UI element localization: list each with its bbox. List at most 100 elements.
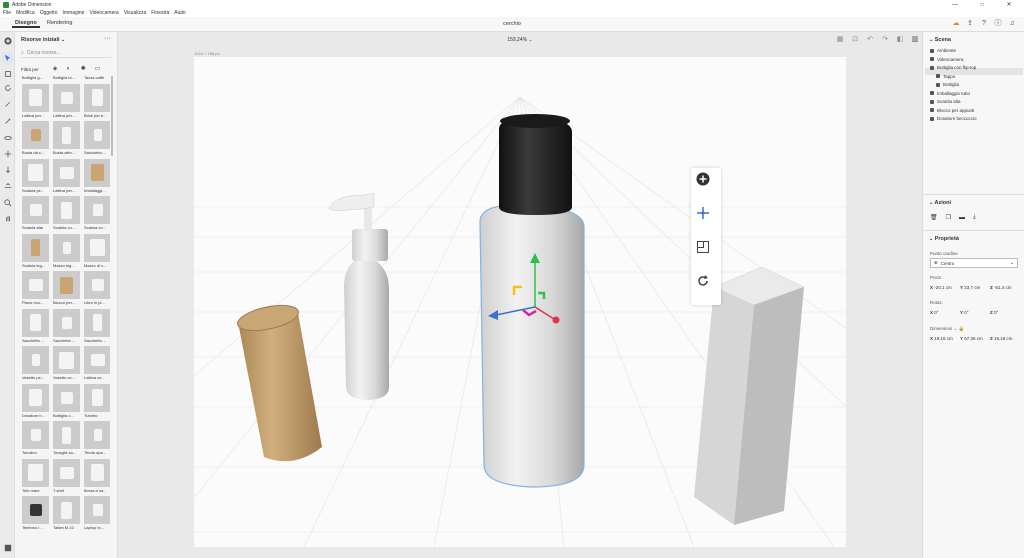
actions-title[interactable]: ⌄ Azioni — [929, 200, 951, 206]
menu-file[interactable]: File — [3, 10, 11, 16]
scale-tool-icon[interactable] — [696, 240, 716, 260]
close-button[interactable]: ✕ — [999, 0, 1019, 9]
position-fields[interactable]: X -20,1 cm Y 33,7 cm Z -51,4 cm — [930, 285, 1020, 290]
menu-camera[interactable]: Videocamera — [89, 10, 118, 16]
asset-item[interactable]: Dosatore b... — [22, 383, 50, 418]
group-icon[interactable]: ▬ — [959, 215, 965, 221]
asset-item[interactable]: Lattina co... — [84, 346, 110, 380]
minimize-button[interactable]: — — [945, 0, 965, 9]
undo-icon[interactable]: ↶ — [866, 36, 874, 44]
duplicate-icon[interactable]: ❐ — [946, 214, 951, 221]
asset-item[interactable]: Mazzo di c... — [84, 233, 110, 268]
search-input[interactable]: ⌕ Cerca risorse... — [21, 49, 111, 58]
asset-item[interactable]: Tazza caffè — [84, 76, 110, 80]
cloud-icon[interactable]: ☁ — [952, 20, 960, 28]
asset-item[interactable]: Piano ricu... — [22, 271, 50, 305]
asset-item[interactable]: Imballaggi... — [84, 158, 110, 193]
lock-icon[interactable]: 🔒 — [959, 326, 965, 331]
asset-item[interactable]: Scatola co... — [84, 196, 110, 230]
asset-item[interactable]: Scatola cu... — [53, 196, 81, 230]
asset-item[interactable]: Vasetto pe... — [22, 346, 50, 380]
asset-item[interactable]: Sacchetto ... — [22, 308, 50, 343]
redo-icon[interactable]: ↷ — [881, 36, 889, 44]
share-icon[interactable]: ⇪ — [966, 20, 974, 28]
add-icon[interactable] — [2, 35, 13, 46]
scene-item[interactable]: Imballaggio tubo — [930, 91, 970, 96]
scene-item[interactable]: Scatola alta — [930, 99, 961, 104]
asset-item[interactable]: Brick per b... — [84, 83, 110, 118]
asset-item[interactable]: Tovaglie su... — [53, 421, 81, 455]
asset-item[interactable]: Bottiglia to... — [53, 76, 81, 80]
more-options-icon[interactable]: ··· — [104, 35, 111, 42]
scene-item[interactable]: Blocco per appunti — [930, 108, 974, 113]
frame-icon[interactable]: ⊡ — [851, 36, 859, 44]
eyedropper-icon[interactable] — [2, 115, 13, 126]
model-filter-icon[interactable]: ◈ — [53, 66, 59, 72]
panel-toggle-icon[interactable] — [2, 542, 13, 553]
light-filter-icon[interactable]: ✺ — [81, 66, 87, 72]
asset-item[interactable]: Lattina per... — [53, 158, 81, 193]
asset-item[interactable]: Busta alim... — [53, 121, 81, 155]
dimension-fields[interactable]: X 19,16 cm Y 67,36 cm Z 19,16 cm — [930, 336, 1020, 341]
image-filter-icon[interactable]: ▭ — [95, 66, 101, 72]
asset-item[interactable]: Telo mare — [22, 458, 50, 493]
scene-item[interactable]: Tappo — [936, 74, 955, 79]
asset-item[interactable]: Tenda opa... — [84, 421, 110, 455]
horizon-icon[interactable] — [2, 180, 13, 191]
select-tool-icon[interactable] — [2, 52, 13, 63]
asset-item[interactable]: Libro in pi... — [84, 271, 110, 305]
maximize-button[interactable]: □ — [972, 0, 992, 9]
export-icon[interactable]: ⤓ — [973, 214, 976, 221]
asset-item[interactable]: Scatola pe... — [22, 158, 50, 193]
properties-title[interactable]: ⌄ Proprietà — [929, 236, 959, 242]
scene-item[interactable]: Bottiglia con flip-top — [930, 65, 976, 70]
asset-item[interactable]: Borsa a sa... — [84, 458, 110, 493]
asset-item[interactable]: Mazzo big... — [53, 233, 81, 268]
asset-item[interactable]: Sacchetto ... — [53, 308, 81, 343]
asset-item[interactable]: Sacchetto ... — [84, 121, 110, 155]
info-icon[interactable]: ⓘ — [994, 20, 1002, 28]
asset-item[interactable]: Tubetto — [84, 383, 110, 418]
menu-object[interactable]: Oggetto — [40, 10, 58, 16]
rotate-tool-icon[interactable] — [2, 82, 13, 93]
asset-item[interactable]: Blocco per... — [53, 271, 81, 305]
asset-item[interactable]: Telefono I... — [22, 496, 50, 530]
move-tool-icon[interactable] — [696, 206, 716, 226]
delete-icon[interactable]: 🗑 — [930, 214, 938, 221]
rotation-fields[interactable]: X 0° Y 0° Z 0° — [930, 310, 1020, 315]
scene-item[interactable]: Bottiglia — [936, 82, 959, 87]
asset-item[interactable]: T-shirt — [53, 458, 81, 493]
asset-item[interactable]: Bottiglia g... — [22, 76, 50, 80]
pivot-dropdown[interactable]: ⊕ Centro ⌄ — [930, 258, 1018, 268]
add-object-icon[interactable] — [696, 172, 716, 192]
material-filter-icon[interactable]: ◐ — [67, 66, 73, 72]
asset-item[interactable]: Lattina per... — [22, 83, 50, 118]
crop-tool-icon[interactable] — [2, 68, 13, 79]
dolly-icon[interactable] — [2, 164, 13, 175]
assets-title[interactable]: Risorse iniziali ⌄ — [21, 37, 65, 43]
asset-item[interactable]: Scatola leg... — [22, 233, 50, 268]
scene-item[interactable]: Dosatore beccuccio — [930, 116, 977, 121]
orbit-icon[interactable] — [2, 132, 13, 143]
notification-icon[interactable]: ♫ — [1008, 20, 1016, 28]
scene-item[interactable]: Videocamera — [930, 57, 963, 62]
help-icon[interactable]: ? — [980, 20, 988, 28]
menu-view[interactable]: Visualizza — [124, 10, 146, 16]
asset-item[interactable]: Tablet M-10 — [53, 496, 81, 530]
grid-toggle-icon[interactable]: ▦ — [836, 36, 844, 44]
asset-item[interactable]: Busta da c... — [22, 121, 50, 155]
asset-item[interactable]: Lattina per... — [53, 83, 81, 118]
asset-item[interactable]: Bottiglia c... — [53, 383, 81, 418]
asset-item[interactable]: Sacchetto ... — [84, 308, 110, 343]
menu-help[interactable]: Aiuto — [174, 10, 185, 16]
zoom-level[interactable]: 159,24% ⌄ — [118, 37, 922, 43]
assets-scrollbar[interactable] — [111, 76, 113, 156]
asset-item[interactable]: Laptop fo... — [84, 496, 110, 530]
3d-viewport[interactable] — [194, 57, 846, 547]
menu-image[interactable]: Immagine — [62, 10, 84, 16]
scene-item[interactable]: Ambiente — [930, 48, 956, 53]
menu-edit[interactable]: Modifica — [16, 10, 35, 16]
asset-item[interactable]: Tavolino — [22, 421, 50, 455]
pan-cross-icon[interactable] — [2, 148, 13, 159]
magic-wand-icon[interactable] — [2, 98, 13, 109]
